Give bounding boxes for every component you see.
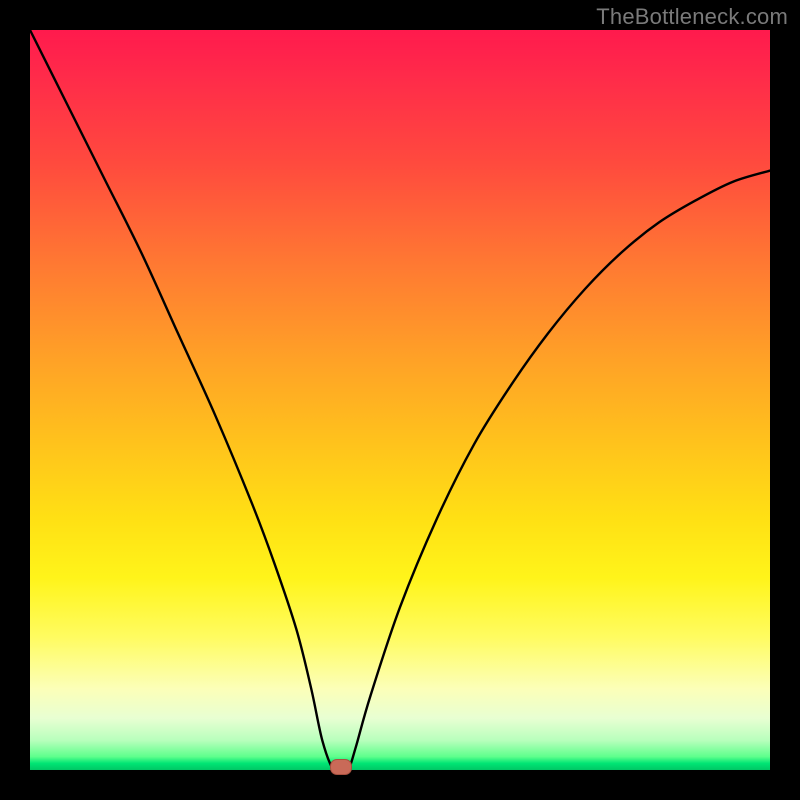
watermark-text: TheBottleneck.com (596, 4, 788, 30)
optimal-point-marker (330, 759, 352, 775)
curve-path (30, 30, 770, 770)
chart-frame: TheBottleneck.com (0, 0, 800, 800)
plot-area (30, 30, 770, 770)
bottleneck-curve (30, 30, 770, 770)
